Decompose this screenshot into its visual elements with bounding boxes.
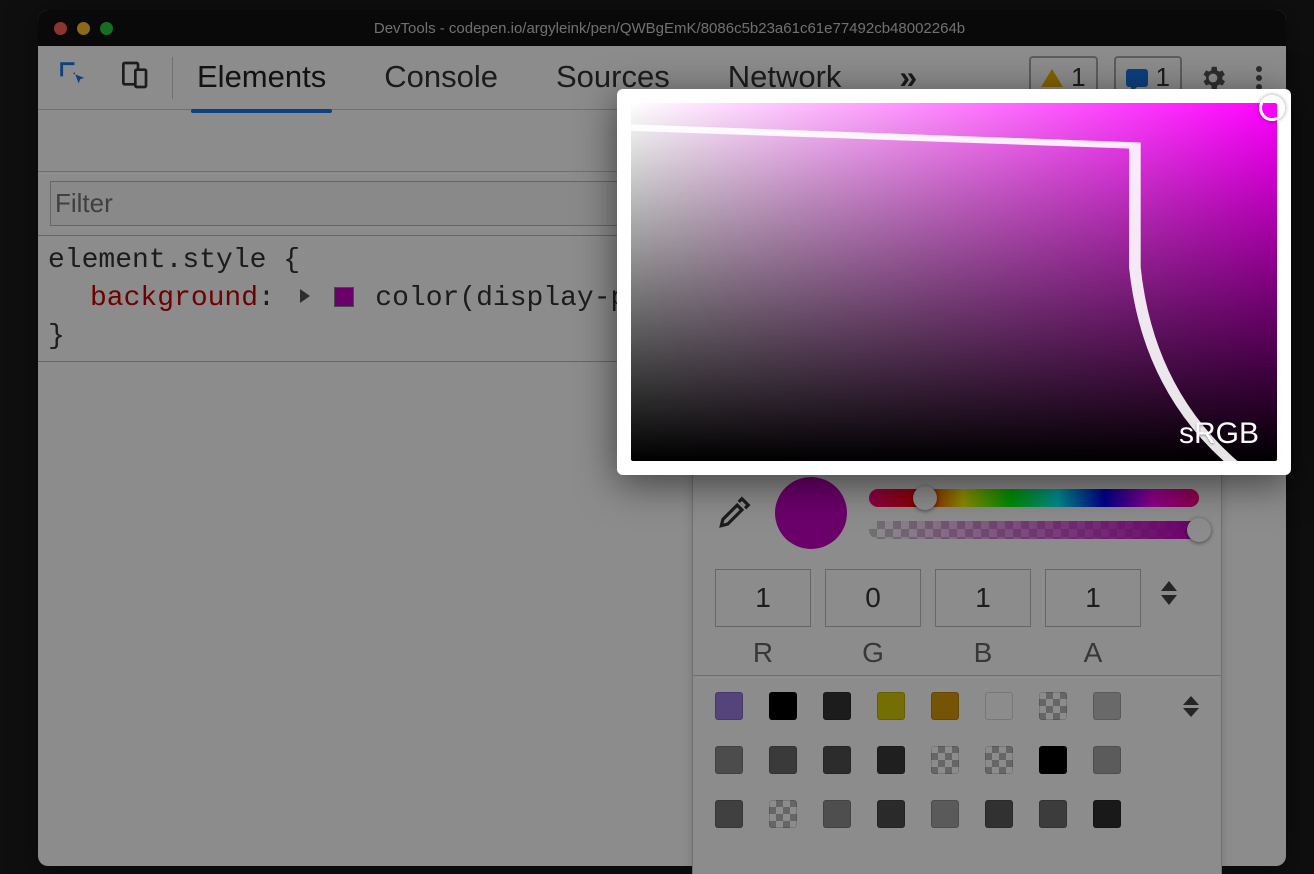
gamut-label: sRGB [1179,417,1259,451]
color-field-popover: sRGB [617,89,1291,475]
color-field-cursor[interactable] [1259,95,1285,121]
saturation-value-field[interactable]: sRGB [631,103,1277,461]
